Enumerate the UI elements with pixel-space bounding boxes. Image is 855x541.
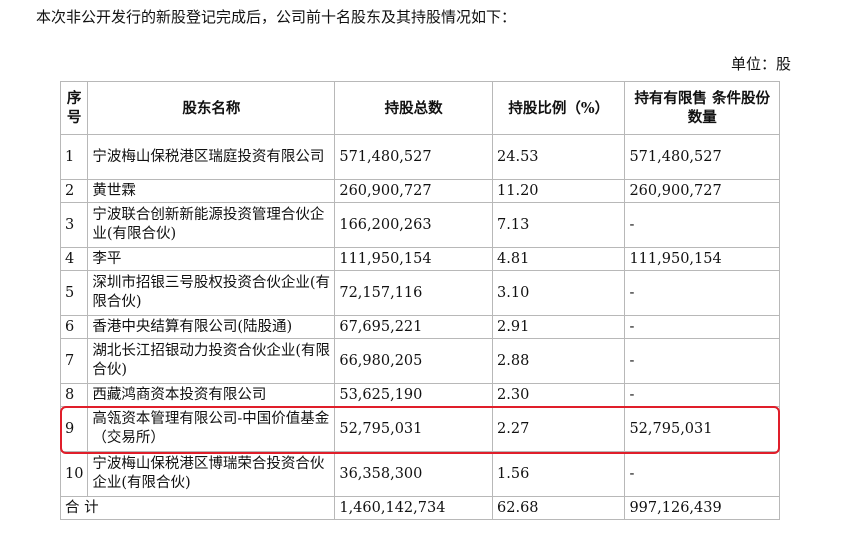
cell-no: 4 bbox=[59, 247, 89, 271]
cell-limited: 52,795,031 bbox=[624, 406, 780, 452]
cell-no: 2 bbox=[59, 179, 89, 203]
table-row: 8 西藏鸿商资本投资有限公司 53,625,190 2.30 - bbox=[59, 383, 780, 407]
total-limited: 997,126,439 bbox=[624, 496, 780, 520]
header-name: 股东名称 bbox=[87, 81, 336, 135]
cell-total: 260,900,727 bbox=[334, 179, 494, 203]
table-row: 5 深圳市招银三号股权投资合伙企业(有限合伙) 72,157,116 3.10 … bbox=[59, 270, 780, 316]
cell-total: 166,200,263 bbox=[334, 202, 494, 248]
cell-name: 宁波梅山保税港区博瑞荣合投资合伙企业(有限合伙) bbox=[87, 451, 336, 497]
cell-total: 67,695,221 bbox=[334, 315, 494, 339]
cell-no: 7 bbox=[59, 338, 89, 384]
cell-name: 宁波梅山保税港区瑞庭投资有限公司 bbox=[87, 134, 336, 180]
table-total-row: 合 计 1,460,142,734 62.68 997,126,439 bbox=[59, 496, 780, 520]
cell-no: 9 bbox=[59, 406, 89, 452]
cell-ratio: 4.81 bbox=[492, 247, 626, 271]
cell-no: 10 bbox=[59, 451, 89, 497]
cell-limited: 260,900,727 bbox=[624, 179, 780, 203]
table-row: 6 香港中央结算有限公司(陆股通) 67,695,221 2.91 - bbox=[59, 315, 780, 339]
cell-name: 西藏鸿商资本投资有限公司 bbox=[87, 383, 336, 407]
cell-total: 72,157,116 bbox=[334, 270, 494, 316]
cell-total: 52,795,031 bbox=[334, 406, 494, 452]
cell-total: 111,950,154 bbox=[334, 247, 494, 271]
table-row: 4 李平 111,950,154 4.81 111,950,154 bbox=[59, 247, 780, 271]
cell-ratio: 2.91 bbox=[492, 315, 626, 339]
cell-name: 高瓴资本管理有限公司-中国价值基金（交易所） bbox=[87, 406, 336, 452]
cell-limited: - bbox=[624, 270, 780, 316]
cell-name: 李平 bbox=[87, 247, 336, 271]
shareholder-table: 序号 股东名称 持股总数 持股比例（%） 持有有限售 条件股份数量 1 宁波梅山… bbox=[59, 81, 780, 520]
total-ratio: 62.68 bbox=[492, 496, 626, 520]
cell-ratio: 24.53 bbox=[492, 134, 626, 180]
cell-no: 8 bbox=[59, 383, 89, 407]
table-row: 1 宁波梅山保税港区瑞庭投资有限公司 571,480,527 24.53 571… bbox=[59, 134, 780, 180]
cell-total: 36,358,300 bbox=[334, 451, 494, 497]
cell-total: 571,480,527 bbox=[334, 134, 494, 180]
cell-limited: - bbox=[624, 383, 780, 407]
cell-ratio: 11.20 bbox=[492, 179, 626, 203]
table-row: 3 宁波联合创新新能源投资管理合伙企业(有限合伙) 166,200,263 7.… bbox=[59, 202, 780, 248]
cell-name: 湖北长江招银动力投资合伙企业(有限合伙) bbox=[87, 338, 336, 384]
cell-ratio: 1.56 bbox=[492, 451, 626, 497]
header-no: 序号 bbox=[59, 81, 89, 135]
cell-no: 3 bbox=[59, 202, 89, 248]
cell-total: 66,980,205 bbox=[334, 338, 494, 384]
cell-no: 5 bbox=[59, 270, 89, 316]
cell-limited: - bbox=[624, 315, 780, 339]
cell-ratio: 2.88 bbox=[492, 338, 626, 384]
header-ratio: 持股比例（%） bbox=[492, 81, 626, 135]
cell-limited: - bbox=[624, 202, 780, 248]
cell-limited: - bbox=[624, 451, 780, 497]
unit-label: 单位：股 bbox=[730, 55, 791, 73]
cell-ratio: 2.27 bbox=[492, 406, 626, 452]
header-limited: 持有有限售 条件股份数量 bbox=[624, 81, 780, 135]
total-label: 合 计 bbox=[59, 496, 336, 520]
table-row-highlighted: 9 高瓴资本管理有限公司-中国价值基金（交易所） 52,795,031 2.27… bbox=[59, 406, 780, 452]
table-header-row: 序号 股东名称 持股总数 持股比例（%） 持有有限售 条件股份数量 bbox=[59, 81, 780, 135]
cell-ratio: 3.10 bbox=[492, 270, 626, 316]
cell-limited: - bbox=[624, 338, 780, 384]
table-row: 7 湖北长江招银动力投资合伙企业(有限合伙) 66,980,205 2.88 - bbox=[59, 338, 780, 384]
cell-name: 宁波联合创新新能源投资管理合伙企业(有限合伙) bbox=[87, 202, 336, 248]
cell-name: 香港中央结算有限公司(陆股通) bbox=[87, 315, 336, 339]
intro-text: 本次非公开发行的新股登记完成后，公司前十名股东及其持股情况如下： bbox=[36, 8, 517, 26]
cell-name: 黄世霖 bbox=[87, 179, 336, 203]
table-row: 10 宁波梅山保税港区博瑞荣合投资合伙企业(有限合伙) 36,358,300 1… bbox=[59, 451, 780, 497]
cell-ratio: 7.13 bbox=[492, 202, 626, 248]
cell-no: 6 bbox=[59, 315, 89, 339]
cell-ratio: 2.30 bbox=[492, 383, 626, 407]
table-row: 2 黄世霖 260,900,727 11.20 260,900,727 bbox=[59, 179, 780, 203]
header-total: 持股总数 bbox=[334, 81, 494, 135]
cell-limited: 111,950,154 bbox=[624, 247, 780, 271]
total-shares: 1,460,142,734 bbox=[334, 496, 494, 520]
cell-limited: 571,480,527 bbox=[624, 134, 780, 180]
cell-no: 1 bbox=[59, 134, 89, 180]
cell-total: 53,625,190 bbox=[334, 383, 494, 407]
cell-name: 深圳市招银三号股权投资合伙企业(有限合伙) bbox=[87, 270, 336, 316]
